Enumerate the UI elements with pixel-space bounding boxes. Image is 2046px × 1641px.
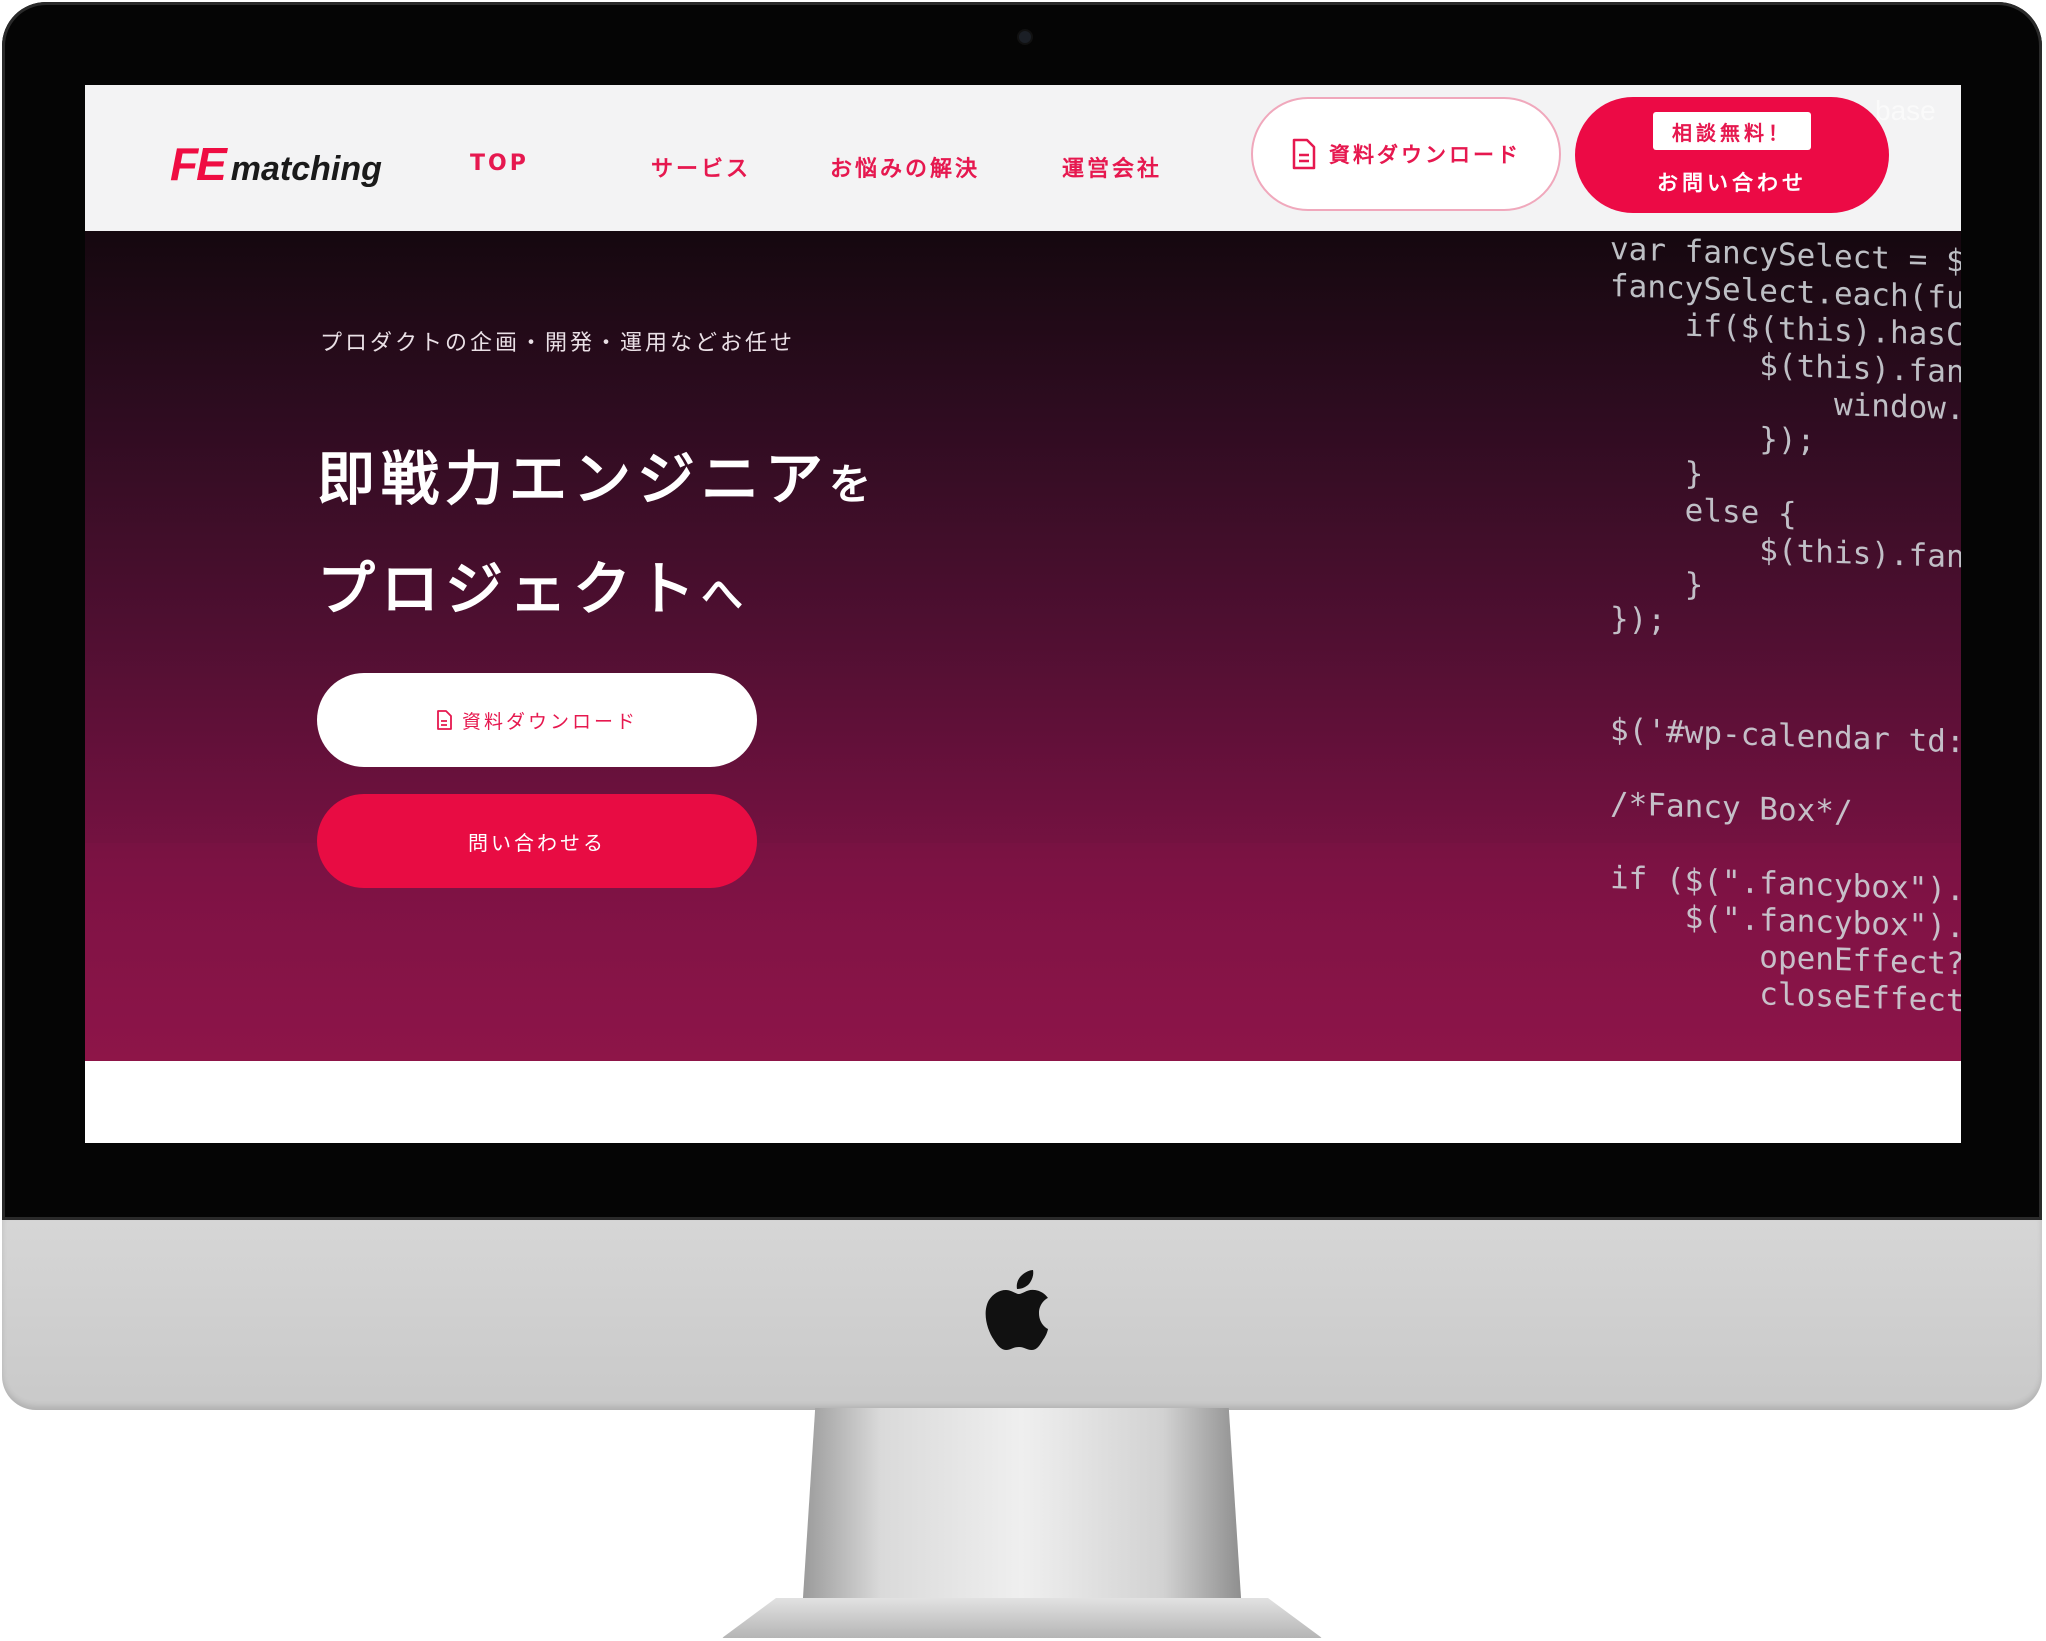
hero-title-line1-particle: を	[829, 460, 878, 509]
hero-contact-label: 問い合わせる	[468, 830, 606, 855]
hero-download-label: 資料ダウンロード	[461, 710, 638, 733]
hero-title-line1: 即戦力エンジニアを	[317, 427, 877, 537]
apple-logo-icon	[985, 1270, 1048, 1350]
nav-item-solutions[interactable]: お悩みの解決	[830, 151, 980, 183]
document-icon	[437, 710, 452, 730]
imac-base	[722, 1598, 1322, 1638]
hero-title-line2-main: プロジェクト	[317, 555, 702, 623]
code-background: var fancySelect = $(fancySelect.each(fun…	[1610, 231, 1961, 1061]
header-download-button[interactable]: 資料ダウンロード	[1251, 97, 1561, 211]
nav-item-service[interactable]: サービス	[651, 151, 751, 183]
document-icon	[1292, 138, 1316, 170]
hero-contact-button[interactable]: 問い合わせる	[317, 794, 757, 888]
hero-title-line2: プロジェクトへ	[317, 537, 877, 647]
imac-stand	[802, 1408, 1242, 1613]
logo-matching: matching	[230, 150, 382, 188]
hero-title-line1-main: 即戦力エンジニア	[317, 445, 830, 513]
header-contact-label: お問い合わせ	[1657, 171, 1807, 195]
hero-title: 即戦力エンジニアを プロジェクトへ	[317, 427, 877, 647]
hero-tagline: プロダクトの企画・開発・運用などお任せ	[320, 331, 796, 356]
hero-section: var fancySelect = $(fancySelect.each(fun…	[85, 231, 1961, 1061]
logo-fe: FE	[170, 138, 227, 190]
header-contact-button[interactable]: 相談無料！ お問い合わせ	[1575, 97, 1889, 213]
nav-item-company[interactable]: 運営会社	[1062, 151, 1162, 183]
screen: FE matching TOP サービス お悩みの解決 運営会社 資料ダウンロード…	[85, 85, 1961, 1143]
base-overlay-text: base	[1875, 95, 1936, 126]
nav-item-top[interactable]: TOP	[470, 151, 529, 176]
camera-icon	[1019, 31, 1031, 43]
free-consultation-badge: 相談無料！	[1653, 112, 1811, 150]
site-header: FE matching TOP サービス お悩みの解決 運営会社 資料ダウンロード…	[85, 85, 1961, 231]
hero-download-button[interactable]: 資料ダウンロード	[317, 673, 757, 767]
site-logo[interactable]: FE matching	[170, 137, 382, 190]
header-download-label: 資料ダウンロード	[1329, 143, 1521, 167]
hero-title-line2-particle: へ	[701, 570, 750, 619]
